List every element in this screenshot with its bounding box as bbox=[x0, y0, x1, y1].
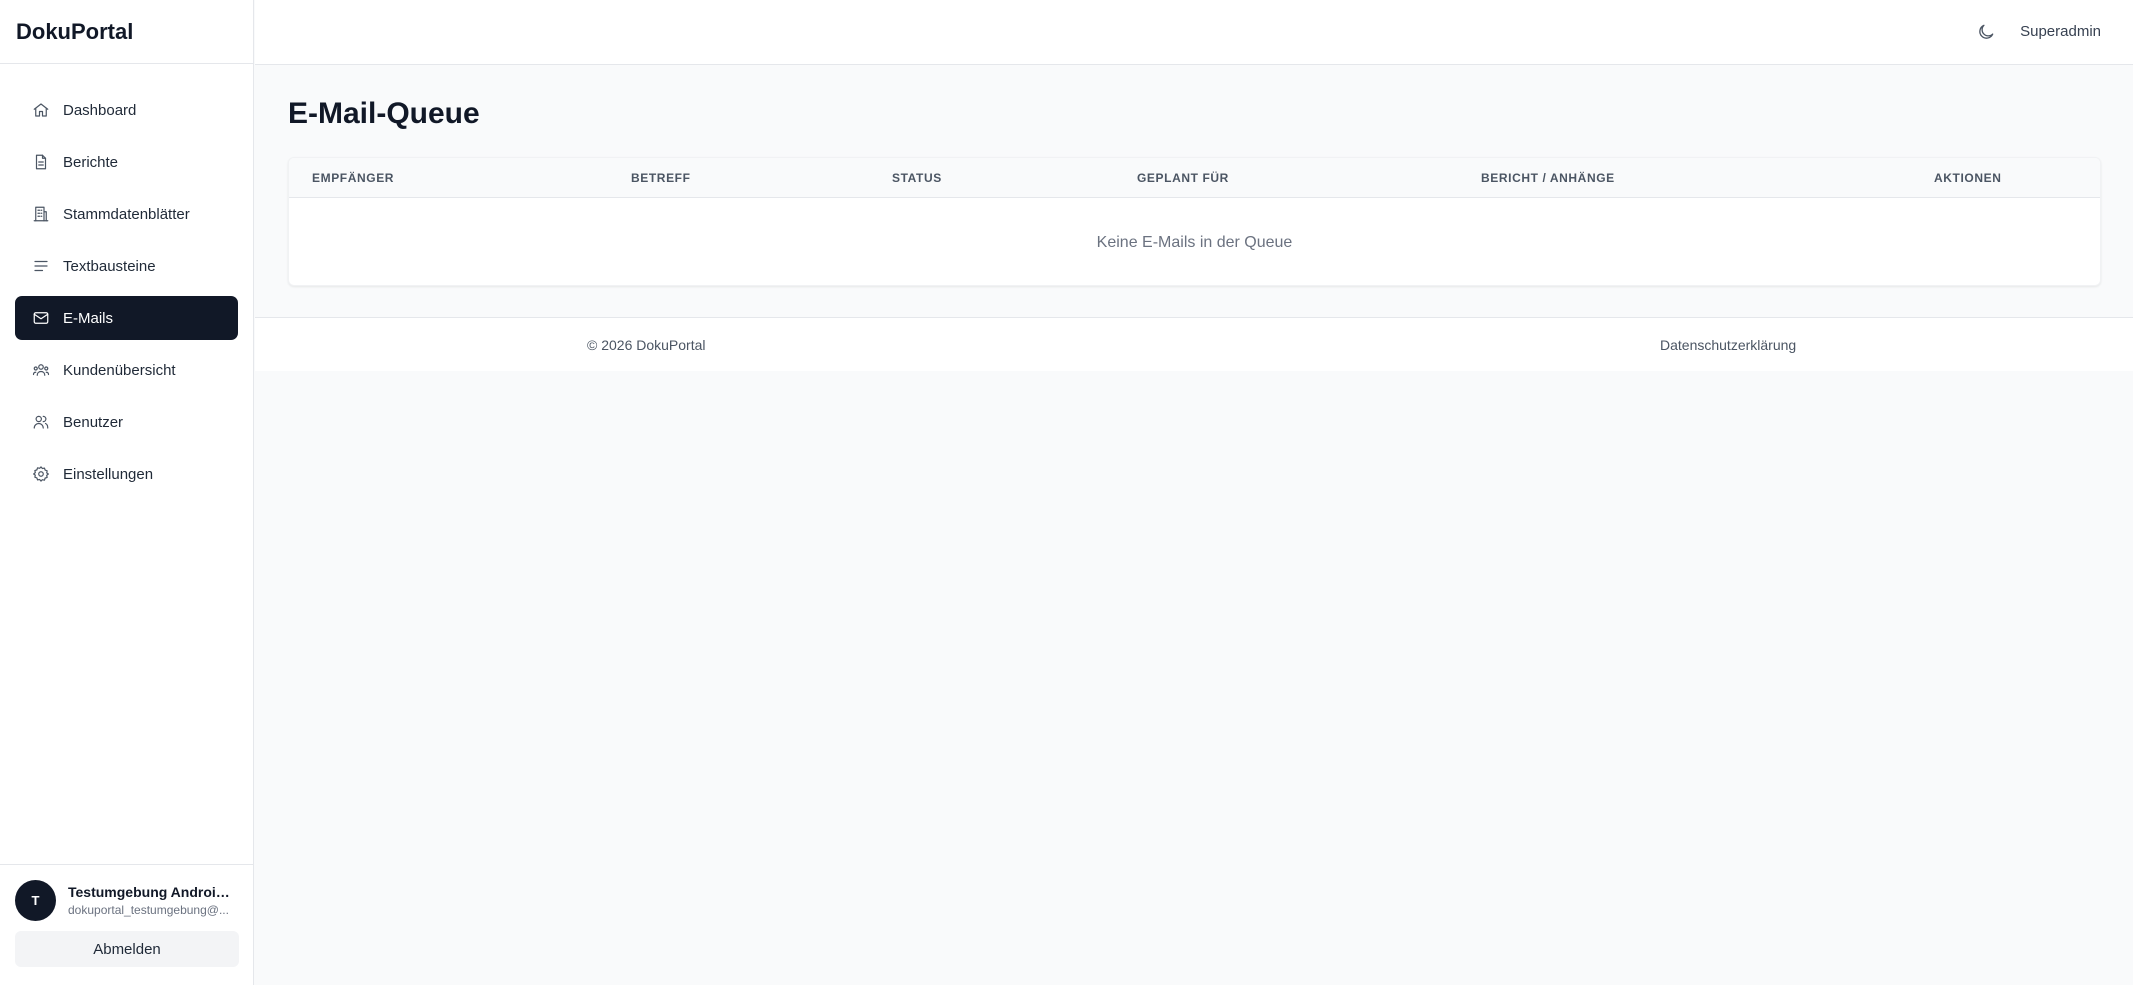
sidebar-item-label: E-Mails bbox=[63, 309, 114, 327]
user-info: Testumgebung Androidi... dokuportal_test… bbox=[68, 884, 238, 917]
customers-icon bbox=[32, 361, 50, 379]
empty-state: Keine E-Mails in der Queue bbox=[1096, 233, 1293, 251]
column-header-geplant-fuer: GEPLANT FÜR bbox=[1137, 171, 1229, 185]
avatar: T bbox=[15, 880, 56, 921]
app-logo[interactable]: DokuPortal bbox=[0, 0, 253, 64]
sidebar-item-stammdatenblaetter[interactable]: Stammdatenblätter bbox=[15, 192, 238, 236]
sidebar-item-label: Benutzer bbox=[63, 413, 124, 431]
text-lines-icon bbox=[32, 257, 50, 275]
sidebar-item-berichte[interactable]: Berichte bbox=[15, 140, 238, 184]
topbar: Superadmin bbox=[255, 0, 2133, 65]
logout-button[interactable]: Abmelden bbox=[15, 931, 239, 967]
user-menu[interactable]: Superadmin bbox=[2020, 23, 2101, 40]
gear-icon bbox=[32, 465, 50, 483]
sidebar-item-label: Textbausteine bbox=[63, 257, 156, 275]
email-queue-table: EMPFÄNGER BETREFF STATUS GEPLANT FÜR BER… bbox=[288, 157, 2101, 286]
home-icon bbox=[32, 101, 50, 119]
sidebar-item-label: Einstellungen bbox=[63, 465, 154, 483]
column-header-betreff: BETREFF bbox=[631, 171, 691, 185]
column-header-bericht-anhaenge: BERICHT / ANHÄNGE bbox=[1481, 171, 1615, 185]
mail-icon bbox=[32, 309, 50, 327]
sidebar-item-kundenuebersicht[interactable]: Kundenübersicht bbox=[15, 348, 238, 392]
building-icon bbox=[32, 205, 50, 223]
copyright: © 2026 DokuPortal bbox=[587, 337, 706, 353]
footer: © 2026 DokuPortal Datenschutzerklärung bbox=[255, 317, 2133, 371]
column-header-status: STATUS bbox=[892, 171, 942, 185]
user-email: dokuportal_testumgebung@... bbox=[68, 903, 229, 917]
users-icon bbox=[32, 413, 50, 431]
page-title: E-Mail-Queue bbox=[288, 97, 480, 130]
sidebar-item-einstellungen[interactable]: Einstellungen bbox=[15, 452, 238, 496]
document-icon bbox=[32, 153, 50, 171]
sidebar-item-benutzer[interactable]: Benutzer bbox=[15, 400, 238, 444]
sidebar-item-label: Kundenübersicht bbox=[63, 361, 176, 379]
sidebar-item-label: Dashboard bbox=[63, 101, 137, 119]
column-header-aktionen: AKTIONEN bbox=[1934, 171, 2002, 185]
sidebar-item-dashboard[interactable]: Dashboard bbox=[15, 88, 238, 132]
column-header-empfaenger: EMPFÄNGER bbox=[312, 171, 395, 185]
sidebar-item-emails[interactable]: E-Mails bbox=[15, 296, 238, 340]
sidebar: DokuPortal Dashboard Berichte Stammdaten… bbox=[0, 0, 254, 985]
sidebar-item-label: Berichte bbox=[63, 153, 119, 171]
user-profile: T Testumgebung Androidi... dokuportal_te… bbox=[15, 880, 238, 921]
user-panel: T Testumgebung Androidi... dokuportal_te… bbox=[0, 864, 253, 985]
privacy-link[interactable]: Datenschutzerklärung bbox=[1660, 337, 1796, 353]
sidebar-item-textbausteine[interactable]: Textbausteine bbox=[15, 244, 238, 288]
user-name: Testumgebung Androidi... bbox=[68, 884, 238, 900]
table-header: EMPFÄNGER BETREFF STATUS GEPLANT FÜR BER… bbox=[289, 158, 2100, 198]
moon-icon[interactable] bbox=[1976, 22, 1996, 42]
sidebar-item-label: Stammdatenblätter bbox=[63, 205, 190, 223]
sidebar-nav: Dashboard Berichte Stammdatenblätter Tex… bbox=[0, 64, 253, 496]
